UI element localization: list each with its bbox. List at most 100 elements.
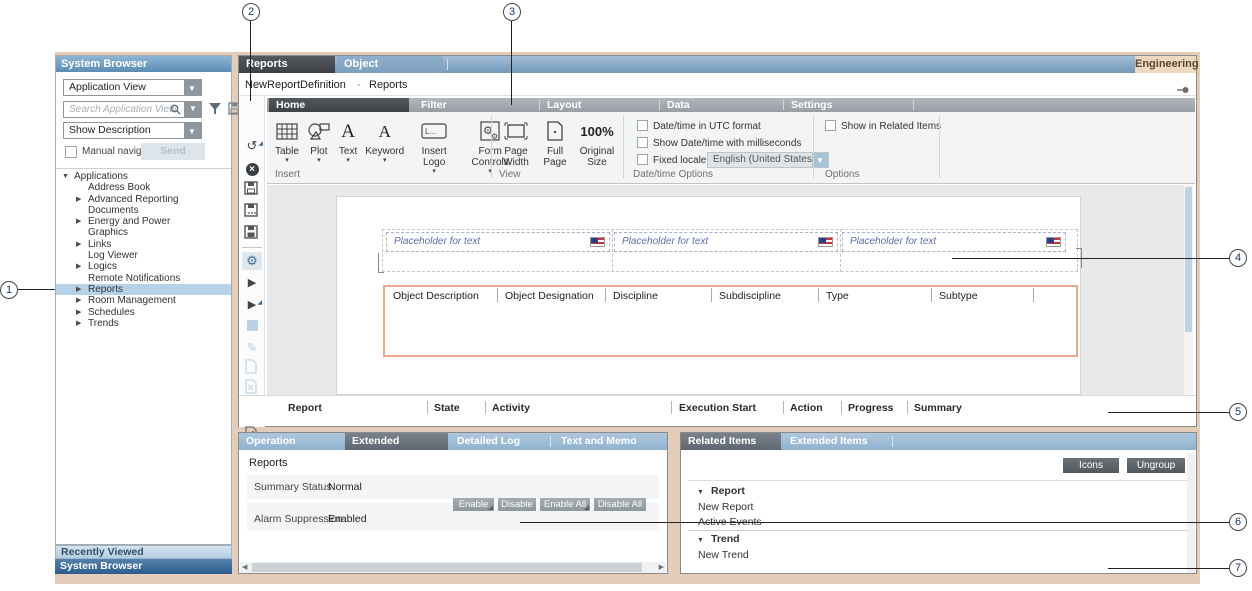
us-flag-icon[interactable] xyxy=(818,237,833,247)
disable-button[interactable]: Disable xyxy=(498,498,536,511)
manual-navigation-checkbox[interactable] xyxy=(65,146,77,158)
related-item-new-report[interactable]: New Report xyxy=(698,501,753,513)
us-flag-icon[interactable] xyxy=(1046,237,1061,247)
tree-item-room-management[interactable]: Room Management xyxy=(56,295,231,306)
execution-column-action[interactable]: Action xyxy=(790,402,823,414)
export-pdf-icon[interactable] xyxy=(244,359,264,377)
tab-extended-operation[interactable]: Extended Operation xyxy=(345,433,448,450)
ribbon-tab-settings[interactable]: Settings xyxy=(791,98,832,112)
selection-handle-left[interactable] xyxy=(378,253,384,273)
show-related-checkbox-row[interactable]: Show in Related Items xyxy=(825,120,941,133)
search-input[interactable] xyxy=(63,101,185,118)
tree-item-schedules[interactable]: Schedules xyxy=(56,307,231,318)
execution-column-activity[interactable]: Activity xyxy=(492,402,530,414)
expander-right-icon[interactable] xyxy=(76,307,88,319)
run-options-icon[interactable]: ▶◢ xyxy=(242,296,262,314)
edit-pencil-icon[interactable]: ✎ xyxy=(242,339,262,357)
text-placeholder-1[interactable]: Placeholder for text xyxy=(386,232,610,252)
insert-text-button[interactable]: A Text▾ xyxy=(339,116,357,175)
table-column-header[interactable]: Object Description xyxy=(393,290,479,302)
related-item-new-trend[interactable]: New Trend xyxy=(698,549,749,561)
insert-logo-button[interactable]: L... Insert Logo▾ xyxy=(412,116,456,175)
table-column-header[interactable]: Discipline xyxy=(613,290,658,302)
stop-icon[interactable] xyxy=(242,318,262,336)
chevron-down-icon[interactable] xyxy=(184,80,201,95)
expander-right-icon[interactable] xyxy=(76,295,88,307)
tab-related-items[interactable]: Related Items xyxy=(681,433,781,450)
ribbon-tab-layout[interactable]: Layout xyxy=(547,98,581,112)
ungroup-button[interactable]: Ungroup xyxy=(1127,458,1185,473)
view-selector-dropdown[interactable]: Application View xyxy=(63,79,202,96)
chevron-down-icon[interactable] xyxy=(184,123,201,138)
settings-gear-icon[interactable]: ⚙ xyxy=(242,252,262,270)
tree-item-links[interactable]: Links xyxy=(56,239,231,250)
enable-button[interactable]: Enable xyxy=(453,498,494,511)
tab-engineering[interactable]: Engineering xyxy=(1135,56,1196,73)
tree-item-advanced-reporting[interactable]: Advanced Reporting xyxy=(56,194,231,205)
run-icon[interactable]: ▶ xyxy=(242,274,262,292)
checkbox-icon[interactable] xyxy=(825,120,836,131)
tree-item-energy-and-power[interactable]: Energy and Power xyxy=(56,216,231,227)
execution-column-report[interactable]: Report xyxy=(288,402,322,414)
scroll-right-icon[interactable]: ▶ xyxy=(659,563,664,571)
tree-item-documents[interactable]: Documents xyxy=(56,205,231,216)
save-all-icon[interactable] xyxy=(244,225,264,243)
operation-horizontal-scrollbar[interactable]: ◀ ▶ xyxy=(240,562,666,573)
save-icon[interactable] xyxy=(244,181,264,199)
enable-all-button[interactable]: Enable All xyxy=(540,498,590,511)
save-as-icon[interactable] xyxy=(244,203,264,221)
related-group-trend[interactable]: ▼Trend xyxy=(697,533,740,545)
scrollbar-thumb[interactable] xyxy=(1185,187,1192,332)
tree-item-applications[interactable]: Applications xyxy=(56,171,231,182)
execution-column-summary[interactable]: Summary xyxy=(914,402,962,414)
tree-item-address-book[interactable]: Address Book xyxy=(56,182,231,193)
checkbox-icon[interactable] xyxy=(637,154,648,165)
breadcrumb-name[interactable]: NewReportDefinition xyxy=(245,79,346,91)
tree-item-remote-notifications[interactable]: Remote Notifications xyxy=(56,273,231,284)
fixed-locale-checkbox-row[interactable]: Fixed locale xyxy=(637,154,706,167)
expander-right-icon[interactable] xyxy=(76,284,88,296)
ribbon-tab-home[interactable]: Home xyxy=(269,98,409,112)
execution-column-state[interactable]: State xyxy=(434,402,460,414)
page-width-button[interactable]: Page Width xyxy=(499,116,533,168)
recently-viewed-bar[interactable]: Recently Viewed xyxy=(55,545,232,559)
tab-extended-items[interactable]: Extended Items xyxy=(783,433,888,450)
pin-icon[interactable] xyxy=(1177,86,1189,94)
expander-right-icon[interactable] xyxy=(76,239,88,251)
ribbon-tab-filter[interactable]: Filter xyxy=(421,98,447,112)
expander-down-icon[interactable]: ▼ xyxy=(697,489,711,496)
full-page-button[interactable]: Full Page xyxy=(540,116,570,168)
tree-item-logics[interactable]: Logics xyxy=(56,261,231,272)
execution-column-execution-start[interactable]: Execution Start xyxy=(679,402,756,414)
tab-text-and-memo[interactable]: Text and Memo xyxy=(554,433,664,450)
close-icon[interactable]: × xyxy=(242,159,262,177)
scrollbar-thumb[interactable] xyxy=(252,563,642,572)
canvas-vertical-scrollbar[interactable] xyxy=(1184,185,1193,395)
related-group-report[interactable]: ▼Report xyxy=(697,485,745,497)
expander-down-icon[interactable]: ▼ xyxy=(697,537,711,544)
locale-dropdown[interactable]: English (United States) xyxy=(707,152,829,168)
tree-item-log-viewer[interactable]: Log Viewer xyxy=(56,250,231,261)
insert-plot-button[interactable]: Plot▾ xyxy=(307,116,331,175)
table-column-header[interactable]: Type xyxy=(826,290,849,302)
insert-table-button[interactable]: Table▾ xyxy=(275,116,299,175)
scroll-left-icon[interactable]: ◀ xyxy=(242,563,247,571)
utc-checkbox-row[interactable]: Date/time in UTC format xyxy=(637,120,761,133)
tab-detailed-log[interactable]: Detailed Log xyxy=(450,433,546,450)
tab-operation[interactable]: Operation xyxy=(239,433,343,450)
execution-column-progress[interactable]: Progress xyxy=(848,402,894,414)
us-flag-icon[interactable] xyxy=(590,237,605,247)
breadcrumb-context[interactable]: Reports xyxy=(369,79,408,91)
table-column-header[interactable]: Object Designation xyxy=(505,290,594,302)
expander-right-icon[interactable] xyxy=(76,194,88,206)
checkbox-icon[interactable] xyxy=(637,120,648,131)
expander-right-icon[interactable] xyxy=(76,216,88,228)
table-column-header[interactable]: Subdiscipline xyxy=(719,290,781,302)
milliseconds-checkbox-row[interactable]: Show Date/time with milliseconds xyxy=(637,137,801,150)
tree-item-graphics[interactable]: Graphics xyxy=(56,227,231,238)
disable-all-button[interactable]: Disable All xyxy=(594,498,646,511)
expander-right-icon[interactable] xyxy=(76,261,88,273)
original-size-button[interactable]: 100% Original Size xyxy=(577,116,617,168)
tree-item-trends[interactable]: Trends xyxy=(56,318,231,329)
recent-history-icon[interactable]: ↺◢ xyxy=(242,137,262,155)
